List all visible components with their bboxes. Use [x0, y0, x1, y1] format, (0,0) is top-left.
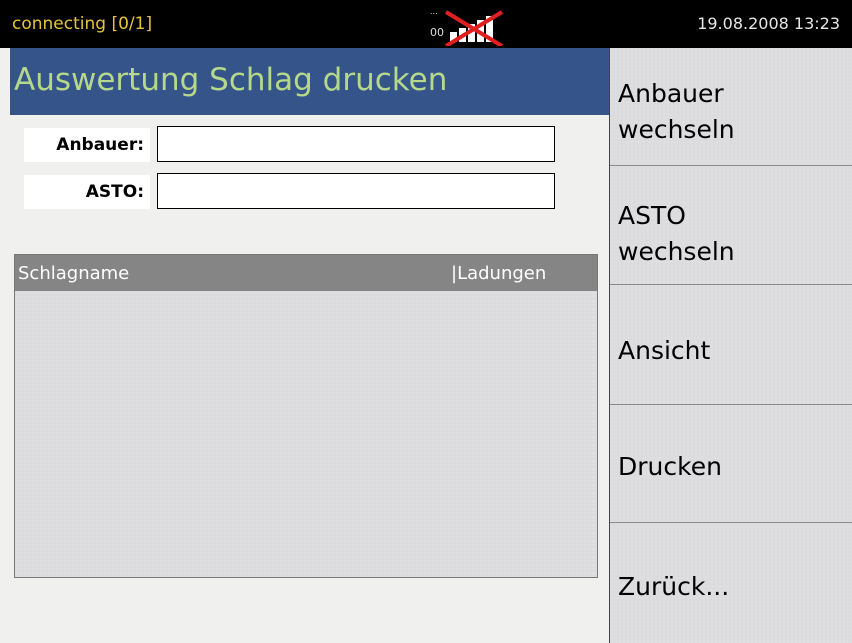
drucken-button[interactable]: Drucken [610, 405, 852, 523]
anbauer-field[interactable] [157, 126, 555, 162]
zurueck-label: Zurück... [618, 572, 730, 601]
column-header-ladungen[interactable]: |Ladungen [451, 263, 546, 284]
side-menu: Anbauer wechseln ASTO wechseln Ansicht D… [609, 48, 852, 643]
status-bar: connecting [0/1] ... 00 19.08.2008 13:23 [0, 0, 852, 48]
svg-text:...: ... [430, 7, 438, 16]
anbauer-wechseln-button[interactable]: Anbauer wechseln [610, 48, 852, 166]
signal-strength-crossed-icon: ... 00 [430, 7, 504, 46]
ansicht-label: Ansicht [618, 336, 711, 365]
zurueck-button[interactable]: Zurück... [610, 523, 852, 643]
asto-wechseln-label: ASTO wechseln [618, 201, 735, 266]
schlag-table[interactable]: Schlagname |Ladungen [14, 254, 598, 578]
ansicht-button[interactable]: Ansicht [610, 285, 852, 405]
signal-label: 00 [430, 26, 444, 39]
page-title-bar: Auswertung Schlag drucken [10, 48, 609, 115]
connection-status: connecting [0/1] [12, 14, 153, 34]
drucken-label: Drucken [618, 452, 722, 481]
date-time: 19.08.2008 13:23 [697, 14, 840, 33]
column-header-schlagname[interactable]: Schlagname [18, 263, 129, 284]
asto-label: ASTO: [24, 175, 150, 209]
anbauer-label: Anbauer: [24, 128, 150, 162]
asto-wechseln-button[interactable]: ASTO wechseln [610, 166, 852, 285]
page-title: Auswertung Schlag drucken [14, 62, 448, 98]
asto-field[interactable] [157, 173, 555, 209]
table-header: Schlagname |Ladungen [15, 255, 597, 291]
anbauer-wechseln-label: Anbauer wechseln [618, 79, 735, 144]
